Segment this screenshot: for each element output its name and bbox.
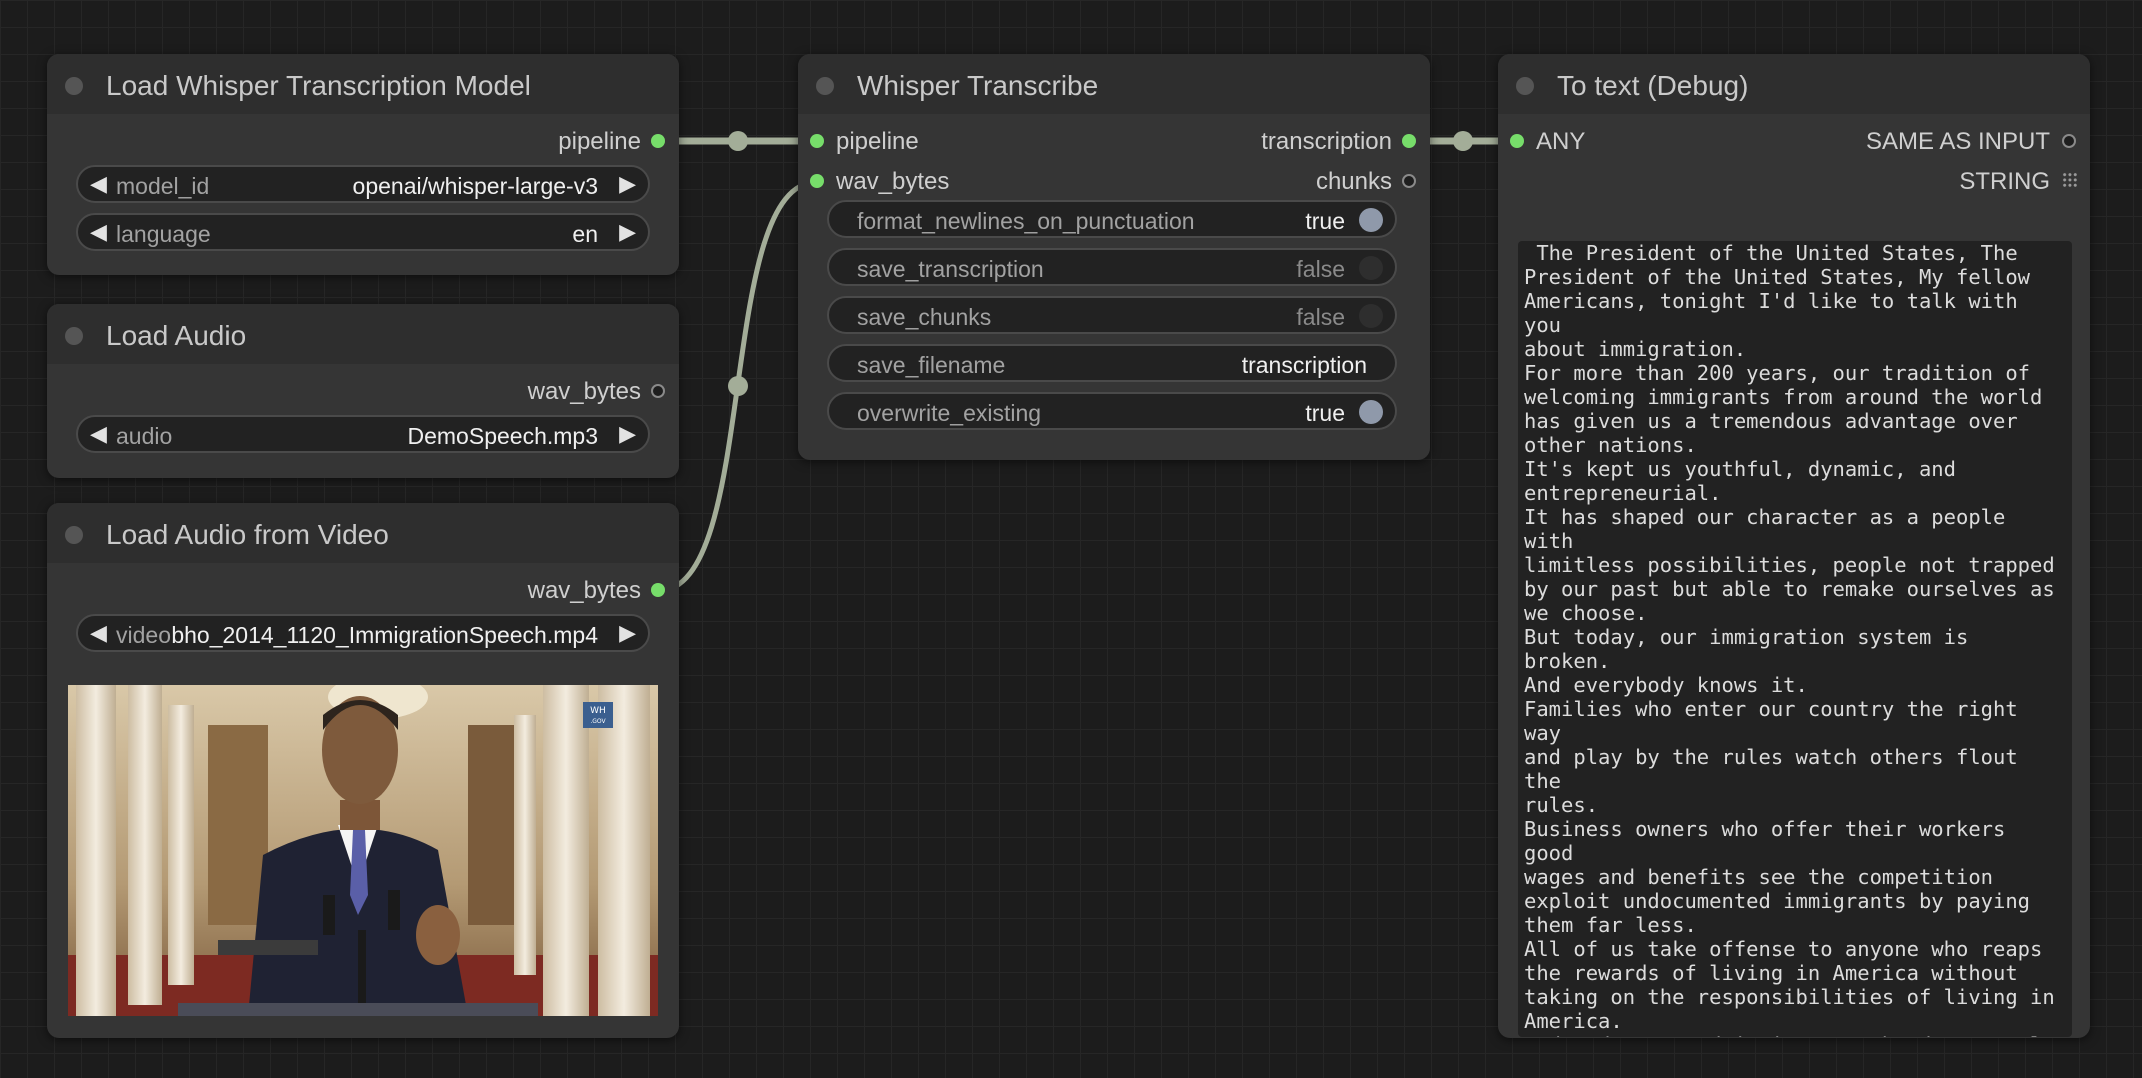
- widget-value: false: [1296, 256, 1345, 282]
- output-pipeline-label: pipeline: [558, 128, 641, 155]
- wh-gov-badge-text: WH: [590, 706, 606, 716]
- node-title: Load Whisper Transcription Model: [106, 70, 531, 101]
- arrow-left-icon[interactable]: ◀: [90, 421, 107, 447]
- output-transcription-label: transcription: [1261, 128, 1392, 155]
- widget-label: audio: [116, 423, 173, 449]
- toggle-format-newlines[interactable]: format_newlines_on_punctuation true: [827, 200, 1397, 238]
- output-chunks-slot[interactable]: [1402, 174, 1416, 188]
- collapse-dot[interactable]: [65, 327, 83, 345]
- widget-value: transcription: [1241, 352, 1367, 378]
- wire-wav-bytes[interactable]: [657, 179, 818, 594]
- node-whisper-transcribe[interactable]: Whisper Transcribe pipeline transcriptio…: [798, 54, 1430, 460]
- output-same-as-input-label: SAME AS INPUT: [1865, 128, 2050, 155]
- node-title-bar[interactable]: Load Whisper Transcription Model: [47, 54, 679, 114]
- list-output-grid-icon[interactable]: [2062, 172, 2078, 188]
- node-load-audio[interactable]: Load Audio wav_bytes ◀ audio DemoSpeech.…: [47, 304, 679, 478]
- toggle-knob[interactable]: [1359, 400, 1383, 424]
- widget-value: true: [1305, 400, 1345, 426]
- toggle-knob[interactable]: [1359, 256, 1383, 280]
- wire-pipeline-midpoint[interactable]: [728, 131, 748, 151]
- input-wav-bytes-label: wav_bytes: [836, 168, 950, 195]
- node-title-bar[interactable]: To text (Debug): [1498, 54, 2090, 114]
- widget-value: DemoSpeech.mp3: [407, 423, 599, 449]
- widget-label: language: [116, 221, 211, 247]
- node-load-whisper-model[interactable]: Load Whisper Transcription Model pipelin…: [47, 54, 679, 275]
- node-title: To text (Debug): [1557, 70, 1749, 101]
- input-pipeline-label: pipeline: [836, 128, 919, 155]
- arrow-left-icon[interactable]: ◀: [90, 620, 107, 646]
- widget-label: format_newlines_on_punctuation: [857, 208, 1195, 234]
- collapse-dot[interactable]: [1516, 77, 1534, 95]
- node-title: Load Audio from Video: [106, 519, 389, 550]
- video-frame-image: WH .GOV: [68, 685, 658, 1016]
- output-wav-bytes-label: wav_bytes: [527, 577, 641, 604]
- widget-label: model_id: [116, 173, 210, 199]
- debug-text-output[interactable]: The President of the United States, The …: [1518, 241, 2072, 1037]
- node-title: Load Audio: [106, 320, 247, 351]
- input-wav-bytes-slot[interactable]: [810, 174, 824, 188]
- combo-model-id[interactable]: ◀ model_id openai/whisper-large-v3 ▶: [76, 165, 650, 203]
- arrow-left-icon[interactable]: ◀: [90, 219, 107, 245]
- node-title-bar[interactable]: Whisper Transcribe: [798, 54, 1430, 114]
- toggle-save-transcription[interactable]: save_transcription false: [827, 248, 1397, 286]
- toggle-save-chunks[interactable]: save_chunks false: [827, 296, 1397, 334]
- toggle-knob[interactable]: [1359, 304, 1383, 328]
- widget-label: overwrite_existing: [857, 400, 1042, 426]
- output-string-label: STRING: [1959, 168, 2050, 195]
- text-save-filename[interactable]: save_filename transcription: [827, 344, 1397, 382]
- input-any-label: ANY: [1536, 128, 1586, 155]
- input-pipeline-slot[interactable]: [810, 134, 824, 148]
- node-title-bar[interactable]: Load Audio: [47, 304, 679, 364]
- output-wav-bytes-slot[interactable]: [651, 384, 665, 398]
- arrow-right-icon[interactable]: ▶: [619, 421, 636, 447]
- widget-value: en: [572, 221, 598, 247]
- arrow-right-icon[interactable]: ▶: [619, 219, 636, 245]
- toggle-overwrite-existing[interactable]: overwrite_existing true: [827, 392, 1397, 430]
- widget-label: video: [116, 622, 171, 648]
- video-preview[interactable]: WH .GOV: [68, 685, 658, 1016]
- widget-value: bho_2014_1120_ImmigrationSpeech.mp4: [171, 622, 598, 648]
- arrow-left-icon[interactable]: ◀: [90, 171, 107, 197]
- collapse-dot[interactable]: [65, 526, 83, 544]
- node-to-text-debug[interactable]: To text (Debug) ANY SAME AS INPUT STRING…: [1498, 54, 2090, 1038]
- output-wav-bytes-label: wav_bytes: [527, 378, 641, 405]
- wire-transcription-midpoint[interactable]: [1453, 131, 1473, 151]
- widget-label: save_filename: [857, 352, 1006, 378]
- widget-label: save_transcription: [857, 256, 1044, 282]
- output-wav-bytes-slot[interactable]: [651, 583, 665, 597]
- input-any-slot[interactable]: [1510, 134, 1524, 148]
- output-transcription-slot[interactable]: [1402, 134, 1416, 148]
- collapse-dot[interactable]: [816, 77, 834, 95]
- widget-label: save_chunks: [857, 304, 992, 330]
- arrow-right-icon[interactable]: ▶: [619, 171, 636, 197]
- node-load-audio-from-video[interactable]: Load Audio from Video wav_bytes ◀ video …: [47, 503, 679, 1038]
- combo-language[interactable]: ◀ language en ▶: [76, 213, 650, 251]
- combo-video[interactable]: ◀ video bho_2014_1120_ImmigrationSpeech.…: [76, 614, 650, 652]
- node-title: Whisper Transcribe: [857, 70, 1099, 101]
- arrow-right-icon[interactable]: ▶: [619, 620, 636, 646]
- wh-gov-badge-subtext: .GOV: [590, 718, 606, 725]
- node-title-bar[interactable]: Load Audio from Video: [47, 503, 679, 563]
- wire-wav-bytes-midpoint[interactable]: [728, 376, 748, 396]
- output-pipeline-slot[interactable]: [651, 134, 665, 148]
- output-same-as-input-slot[interactable]: [2062, 134, 2076, 148]
- combo-audio[interactable]: ◀ audio DemoSpeech.mp3 ▶: [76, 415, 650, 453]
- output-chunks-label: chunks: [1315, 168, 1392, 195]
- widget-value: true: [1305, 208, 1345, 234]
- collapse-dot[interactable]: [65, 77, 83, 95]
- widget-value: false: [1296, 304, 1345, 330]
- widget-value: openai/whisper-large-v3: [352, 173, 598, 199]
- toggle-knob[interactable]: [1359, 208, 1383, 232]
